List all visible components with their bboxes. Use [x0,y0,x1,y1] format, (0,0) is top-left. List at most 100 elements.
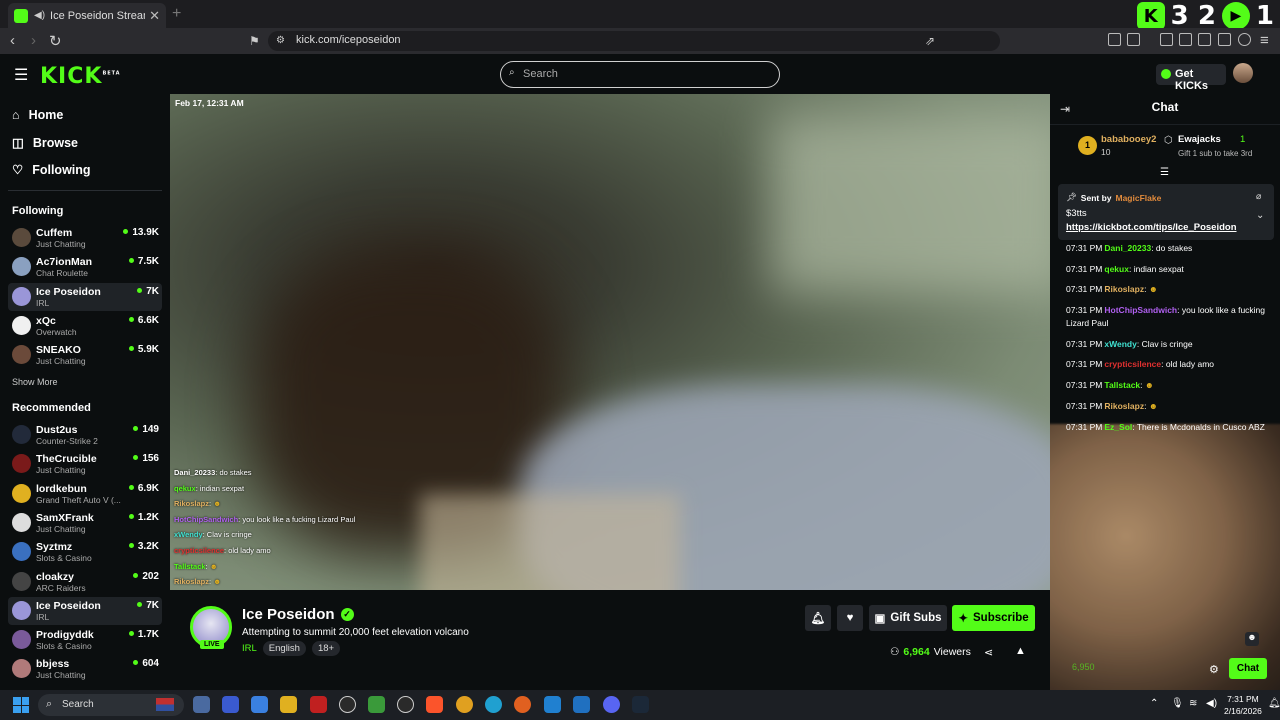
new-tab-icon[interactable]: + [172,5,181,23]
wallet-icon[interactable] [1198,33,1211,46]
channel-item[interactable]: lordkebun Grand Theft Auto V (... 6.9K [8,480,162,508]
leaderboard-first-user[interactable]: bababooey2 [1101,134,1156,145]
channel-item[interactable]: xQc Overwatch 6.6K [8,312,162,340]
channel-item[interactable]: cloakzy ARC Raiders 202 [8,568,162,596]
windows-start-icon[interactable] [13,697,29,713]
nav-following[interactable]: ♡ Following [12,162,91,178]
taskbar-app-7-icon[interactable] [368,696,385,713]
volume-icon[interactable]: ◀) [1206,698,1217,709]
taskbar-app-5-icon[interactable] [310,696,327,713]
channel-item[interactable]: SNEAKO Just Chatting 5.9K [8,341,162,369]
channel-item[interactable]: Ice Poseidon IRL 7K [8,282,162,311]
music-icon[interactable] [1160,33,1173,46]
channel-item[interactable]: Cuffem Just Chatting 13.9K [8,224,162,252]
chat-username[interactable]: HotChipSandwich [1104,305,1177,315]
taskbar-clock[interactable]: 7:31 PM 2/16/2026 [1224,693,1262,717]
brave-browser-icon[interactable] [426,696,443,713]
browser-tab[interactable]: ◀) Ice Poseidon Stream - Watch ✕ [8,3,166,28]
nav-home[interactable]: ⌂ Home [12,108,63,122]
taskbar-search[interactable]: ⌕ Search [38,694,184,716]
close-tab-icon[interactable]: ✕ [149,8,160,24]
taskbar-app-6-icon[interactable] [339,696,356,713]
pinned-message[interactable]: 📌︎ Sent by MagicFlake ⌀ $3tts https://ki… [1058,184,1274,240]
address-bar[interactable]: kick.com/iceposeidon [268,31,1000,51]
pinned-link[interactable]: https://kickbot.com/tips/Ice_Poseidon [1066,222,1237,233]
report-icon[interactable]: ▲ [1015,645,1026,657]
channel-item[interactable]: Dust2us Counter-Strike 2 149 [8,421,162,449]
microphone-icon[interactable]: 🎙︎ [1171,698,1184,709]
chat-message[interactable]: 07:31 PM Dani_20233: do stakes [1066,242,1266,255]
channel-item[interactable]: Ac7ionMan Chat Roulette 7.5K [8,253,162,281]
channel-item[interactable]: bbjess Just Chatting 604 [8,655,162,683]
back-icon[interactable]: ‹ [10,32,15,49]
share-icon[interactable]: ⋖ [984,646,993,659]
taskbar-app-8-icon[interactable] [397,696,414,713]
chat-username[interactable]: Rikoslapz [1104,284,1144,294]
tag-language[interactable]: English [262,641,306,656]
tag-mature[interactable]: 18+ [311,641,341,656]
bookmark-icon[interactable]: ⚑ [249,34,260,48]
notification-bell-button[interactable]: 🔔︎ [805,605,831,631]
file-explorer-icon[interactable] [280,696,297,713]
channel-name[interactable]: Ice Poseidon ✓ [242,606,354,623]
chat-username[interactable]: Tallstack [1104,380,1140,390]
vpn-icon[interactable] [1238,33,1251,46]
firefox-icon[interactable] [514,696,531,713]
vscode-icon[interactable] [573,696,590,713]
screenshot-icon[interactable] [1127,33,1140,46]
user-avatar[interactable] [1233,63,1253,83]
subscribe-button[interactable]: ✦ Subscribe [952,605,1035,631]
discord-icon[interactable] [603,696,620,713]
chat-username[interactable]: crypticsilence [1104,359,1161,369]
speaker-icon[interactable]: ◀) [34,10,45,21]
channel-item[interactable]: Syztmz Slots & Casino 3.2K [8,538,162,566]
edge-icon[interactable] [485,696,502,713]
unpin-icon[interactable]: ⌀ [1256,191,1261,202]
chat-username[interactable]: xWendy [1104,339,1136,349]
category-link[interactable]: IRL [242,643,257,654]
tray-chevron-icon[interactable]: ⌃ [1150,698,1158,709]
emote-icon[interactable]: ☻ [1245,632,1259,646]
leaderboard-second-user[interactable]: Ewajacks [1178,134,1221,145]
leo-ai-icon[interactable] [1218,33,1231,46]
chat-username[interactable]: Rikoslapz [1104,401,1144,411]
chrome-icon[interactable] [456,696,473,713]
site-info-icon[interactable]: ⚙ [276,35,285,46]
kick-logo[interactable]: KICKBETA [40,64,121,89]
channel-points[interactable]: 6,950 [1072,662,1095,672]
taskbar-app-3-icon[interactable] [251,696,268,713]
search-input[interactable]: ⌕ Search [500,61,780,88]
chat-username[interactable]: qekux [1104,264,1129,274]
channel-item[interactable]: Prodigyddk Slots & Casino 1.7K [8,626,162,654]
leaderboard-gift-hint[interactable]: Gift 1 sub to take 3rd [1178,149,1252,158]
extensions-icon[interactable] [1108,33,1121,46]
hamburger-menu-icon[interactable]: ☰ [14,65,28,85]
pinned-sender[interactable]: MagicFlake [1116,193,1162,203]
channel-item[interactable]: TheCrucible Just Chatting 156 [8,450,162,478]
get-kicks-button[interactable]: Get KICKs [1156,64,1226,92]
wifi-icon[interactable]: ≋ [1189,698,1197,709]
chat-message[interactable]: 07:31 PM xWendy: Clav is cringe [1066,338,1266,351]
chat-message[interactable]: 07:31 PM qekux: indian sexpat [1066,263,1266,276]
chat-message[interactable]: 07:31 PM HotChipSandwich: you look like a… [1066,304,1266,330]
channel-item[interactable]: Ice Poseidon IRL 7K [8,596,162,625]
chat-message[interactable]: 07:31 PM Ez_Sol: There is Mcdonalds in Cu… [1066,421,1266,434]
chat-settings-icon[interactable]: ⚙ [1209,663,1219,676]
follow-button[interactable]: ♥ [837,605,863,631]
chat-message[interactable]: 07:31 PM Rikoslapz: ☻ [1066,400,1266,413]
chat-username[interactable]: Ez_Sol [1104,422,1132,432]
channel-item[interactable]: SamXFrank Just Chatting 1.2K [8,509,162,537]
chat-message[interactable]: 07:31 PM crypticsilence: old lady amo [1066,358,1266,371]
gift-subs-button[interactable]: ▣ Gift Subs [869,605,947,631]
notifications-icon[interactable]: 🔔︎ [1268,698,1280,709]
nav-browse[interactable]: ◫ Browse [12,135,78,151]
chevron-down-icon[interactable]: ⌄ [1256,210,1264,221]
taskbar-app-1-icon[interactable] [193,696,210,713]
forward-icon[interactable]: › [31,32,36,49]
sidebar-icon[interactable] [1179,33,1192,46]
chat-filter-icon[interactable]: ☰ [1160,167,1169,178]
taskbar-app-2-icon[interactable] [222,696,239,713]
taskbar-app-13-icon[interactable] [544,696,561,713]
reload-icon[interactable]: ↻ [49,32,62,50]
menu-icon[interactable]: ≡ [1260,32,1269,49]
